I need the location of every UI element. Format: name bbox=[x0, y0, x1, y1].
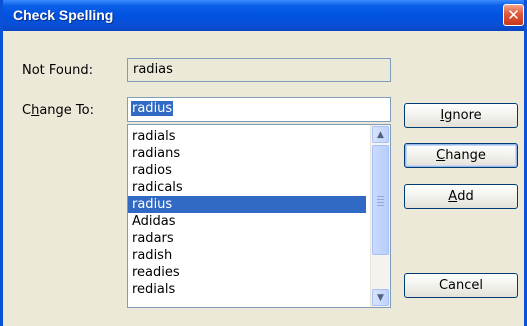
suggestion-item[interactable]: redials bbox=[128, 281, 366, 298]
not-found-field: radias bbox=[127, 58, 391, 82]
suggestions-list[interactable]: radials radians radios radicals radius Adidas… bbox=[127, 124, 391, 308]
scroll-up-button[interactable]: ▲ bbox=[372, 126, 389, 143]
suggestion-item[interactable]: readies bbox=[128, 264, 366, 281]
suggestion-item[interactable]: radish bbox=[128, 247, 366, 264]
scroll-down-button[interactable]: ▼ bbox=[372, 289, 389, 306]
title-bar[interactable]: Check Spelling bbox=[3, 0, 524, 31]
change-to-label: Change To: bbox=[22, 103, 94, 118]
change-to-input[interactable]: radius bbox=[127, 97, 391, 122]
change-to-value[interactable]: radius bbox=[131, 101, 174, 116]
suggestions-scrollbar[interactable]: ▲ ▼ bbox=[370, 125, 390, 307]
change-button[interactable]: Change bbox=[404, 143, 518, 168]
cancel-button[interactable]: Cancel bbox=[404, 273, 518, 298]
close-icon: ✕ bbox=[507, 6, 520, 24]
window-title: Check Spelling bbox=[13, 7, 114, 23]
suggestion-item[interactable]: radians bbox=[128, 145, 366, 162]
check-spelling-dialog: Check Spelling ✕ Not Found: radias Chang… bbox=[0, 0, 527, 326]
suggestion-item[interactable]: radials bbox=[128, 128, 366, 145]
not-found-label: Not Found: bbox=[22, 63, 93, 78]
scroll-thumb[interactable] bbox=[372, 145, 389, 255]
suggestion-item[interactable]: radicals bbox=[128, 179, 366, 196]
chevron-up-icon: ▲ bbox=[377, 129, 384, 140]
close-button[interactable]: ✕ bbox=[503, 4, 524, 26]
add-button[interactable]: Add bbox=[404, 184, 518, 209]
ignore-button[interactable]: Ignore bbox=[404, 103, 518, 128]
suggestion-item[interactable]: Adidas bbox=[128, 213, 366, 230]
suggestion-item[interactable]: radars bbox=[128, 230, 366, 247]
suggestion-item[interactable]: radios bbox=[128, 162, 366, 179]
suggestion-item[interactable]: radius bbox=[128, 196, 366, 213]
chevron-down-icon: ▼ bbox=[377, 292, 384, 303]
not-found-value: radias bbox=[133, 62, 173, 77]
